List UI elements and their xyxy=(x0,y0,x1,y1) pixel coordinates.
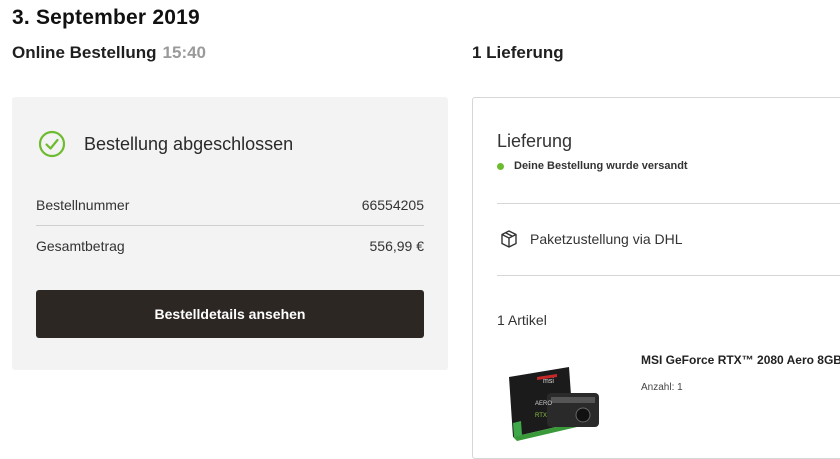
product-quantity: Anzahl: 1 xyxy=(641,382,683,393)
product-name[interactable]: MSI GeForce RTX™ 2080 Aero 8GB xyxy=(641,353,840,367)
delivery-title: Lieferung xyxy=(497,131,573,151)
delivery-count: 1 Lieferung xyxy=(472,43,564,62)
product-image[interactable]: msi AERO RTX xyxy=(507,363,603,448)
divider xyxy=(497,203,840,204)
order-number-value: 66554205 xyxy=(361,197,424,213)
shipping-method-label: Paketzustellung via DHL xyxy=(530,231,683,247)
package-icon xyxy=(499,229,530,249)
status-dot-icon xyxy=(497,162,504,170)
order-type: Online Bestellung 15:40 xyxy=(12,43,206,63)
check-circle-icon xyxy=(38,130,66,158)
order-status-label: Bestellung abgeschlossen xyxy=(84,133,294,154)
order-number-label: Bestellnummer xyxy=(36,197,130,213)
order-total-label: Gesamtbetrag xyxy=(36,238,125,254)
article-count: 1 Artikel xyxy=(497,312,547,328)
delivery-status: Deine Bestellung wurde versandt xyxy=(497,160,688,172)
order-summary-card: Bestellung abgeschlossen Bestellnummer 6… xyxy=(12,97,448,370)
delivery-status-label: Deine Bestellung wurde versandt xyxy=(514,160,688,172)
divider xyxy=(497,275,840,276)
order-total-value: 556,99 € xyxy=(369,238,425,254)
delivery-card: Lieferung Deine Bestellung wurde versand… xyxy=(472,97,840,459)
order-number-row: Bestellnummer 66554205 xyxy=(36,185,424,226)
order-type-label: Online Bestellung xyxy=(12,43,157,62)
order-status: Bestellung abgeschlossen xyxy=(38,130,293,158)
shipping-method: Paketzustellung via DHL xyxy=(499,229,683,249)
order-date: 3. September 2019 xyxy=(12,6,200,29)
svg-text:RTX: RTX xyxy=(535,413,547,419)
order-details-button[interactable]: Bestelldetails ansehen xyxy=(36,290,424,338)
svg-text:msi: msi xyxy=(543,378,554,385)
svg-text:AERO: AERO xyxy=(535,401,552,407)
order-total-row: Gesamtbetrag 556,99 € xyxy=(36,226,424,266)
order-time: 15:40 xyxy=(162,43,207,62)
